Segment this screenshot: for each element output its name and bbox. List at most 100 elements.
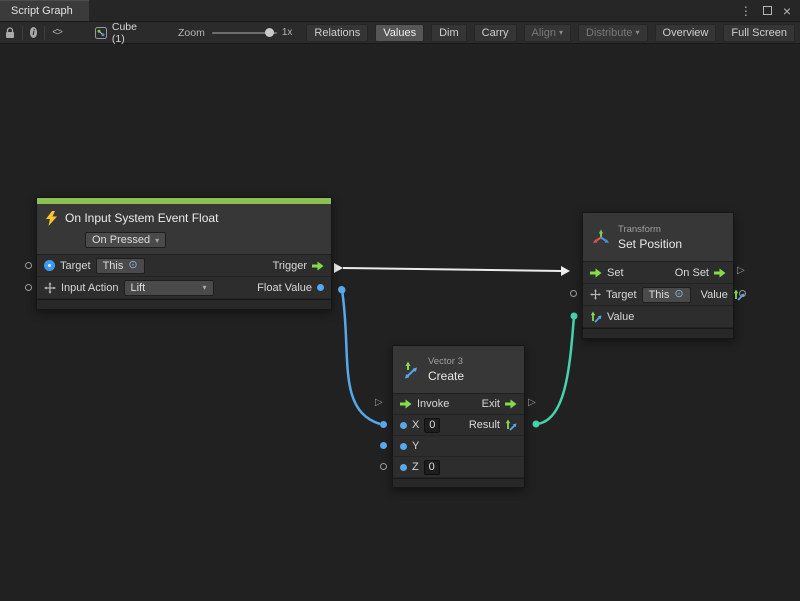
- x-port-label: X: [412, 419, 419, 431]
- event-inputaction-port[interactable]: [25, 284, 32, 291]
- transform-valueout-port[interactable]: [739, 290, 746, 297]
- vector3-y-port[interactable]: [380, 442, 387, 449]
- x-value-field[interactable]: 0: [424, 418, 440, 433]
- transform-target-port[interactable]: [570, 290, 577, 297]
- window-controls: ⋮ ×: [740, 0, 800, 21]
- dim-button[interactable]: Dim: [431, 24, 467, 42]
- target-object-chip[interactable]: This ⊙: [96, 258, 145, 274]
- transform-node-title: Set Position: [618, 237, 682, 251]
- invoke-port-label: Invoke: [417, 398, 449, 410]
- transform-icon: [592, 229, 610, 245]
- z-port-dot-icon: [400, 464, 407, 471]
- vector3-node-body: Invoke Exit X 0 Result: [393, 394, 524, 478]
- node-transform-set-position[interactable]: Transform Set Position Set On Set: [582, 212, 734, 339]
- transform-target-value: This: [649, 289, 670, 301]
- chevron-down-icon: ▾: [559, 28, 563, 37]
- event-node-body: Target This ⊙ Trigger Input Action: [37, 255, 331, 299]
- event-mode-dropdown[interactable]: On Pressed ▾: [85, 232, 166, 248]
- transform-onset-port[interactable]: ▷: [737, 265, 745, 277]
- align-button[interactable]: Align▾: [524, 24, 571, 42]
- float-value-dot-icon: [317, 284, 324, 291]
- info-icon[interactable]: i: [30, 27, 38, 38]
- input-action-value: Lift: [131, 282, 146, 294]
- tab-title: Script Graph: [11, 5, 73, 17]
- wire-trigger-to-set[interactable]: [334, 263, 570, 276]
- flow-arrow-icon: [312, 261, 324, 271]
- result-port-label: Result: [469, 419, 500, 431]
- trigger-port-label: Trigger: [273, 260, 307, 272]
- vector3-node-title: Create: [428, 369, 464, 383]
- node-vector3-create[interactable]: Vector 3 Create Invoke Exit: [392, 345, 525, 488]
- row-value-in: Value: [583, 306, 733, 328]
- z-value-field[interactable]: 0: [424, 460, 440, 475]
- carry-button[interactable]: Carry: [474, 24, 517, 42]
- maximize-icon[interactable]: [763, 6, 772, 15]
- on-set-port-label: On Set: [675, 267, 709, 279]
- vector3-invoke-port[interactable]: ▷: [375, 397, 383, 409]
- toolbar-separator: [22, 26, 23, 40]
- row-z: Z 0: [393, 457, 524, 478]
- z-port-label: Z: [412, 461, 419, 473]
- target-icon: ⊙: [128, 260, 137, 271]
- row-x-result: X 0 Result: [393, 415, 524, 436]
- row-inputaction-floatvalue: Input Action Lift ▾ Float Value: [37, 277, 331, 299]
- zoom-slider-knob[interactable]: [265, 28, 274, 37]
- vector3-z-port[interactable]: [380, 463, 387, 470]
- y-port-dot-icon: [400, 443, 407, 450]
- y-port-label: Y: [412, 440, 419, 452]
- tab-script-graph[interactable]: Script Graph: [0, 0, 89, 21]
- zoom-value: 1x: [282, 27, 293, 38]
- row-target-valueout: Target This ⊙ Value: [583, 284, 733, 306]
- float-value-port-label: Float Value: [257, 282, 312, 294]
- x-port-dot-icon: [400, 422, 407, 429]
- vector3-node-footer: [393, 478, 524, 487]
- lock-icon[interactable]: [5, 27, 15, 39]
- vector3-node-header[interactable]: Vector 3 Create: [393, 346, 524, 394]
- full-screen-button[interactable]: Full Screen: [723, 24, 795, 42]
- wire-result-to-value[interactable]: [533, 313, 578, 428]
- zoom-label: Zoom: [178, 27, 205, 39]
- event-node-header[interactable]: On Input System Event Float On Pressed ▾: [37, 204, 331, 255]
- flow-arrow-icon: [505, 399, 517, 409]
- flow-arrow-icon: [590, 268, 602, 278]
- graph-canvas[interactable]: On Input System Event Float On Pressed ▾…: [0, 44, 800, 601]
- graph-target-label: Cube (1): [112, 21, 137, 45]
- vector3-node-kind: Vector 3: [428, 356, 464, 367]
- kebab-menu-icon[interactable]: ⋮: [740, 4, 752, 18]
- relations-button[interactable]: Relations: [306, 24, 368, 42]
- vector3-icon: [402, 361, 420, 379]
- distribute-button[interactable]: Distribute▾: [578, 24, 647, 42]
- event-node-title: On Input System Event Float: [65, 211, 218, 225]
- event-floatvalue-port[interactable]: [338, 286, 345, 293]
- vector3-exit-port[interactable]: ▷: [528, 397, 536, 409]
- event-target-port[interactable]: [25, 262, 32, 269]
- code-preview-icon[interactable]: <>: [52, 27, 62, 38]
- value-out-port-label: Value: [701, 289, 728, 301]
- vector3-x-port[interactable]: [380, 421, 387, 428]
- gameobject-icon: [44, 260, 55, 271]
- input-action-dropdown[interactable]: Lift ▾: [124, 280, 214, 296]
- transform-node-footer: [583, 328, 733, 338]
- wire-floatvalue-to-x[interactable]: [339, 287, 381, 425]
- values-button[interactable]: Values: [375, 24, 424, 42]
- close-icon[interactable]: ×: [783, 6, 791, 16]
- toolbar-separator: [44, 26, 45, 40]
- script-graph-asset-icon: [95, 27, 107, 39]
- zoom-slider[interactable]: [212, 28, 277, 38]
- graph-breadcrumb[interactable]: Cube (1): [95, 21, 137, 45]
- event-node-footer: [37, 299, 331, 309]
- transform-target-chip[interactable]: This ⊙: [642, 287, 691, 303]
- transform-port-icon: [590, 289, 601, 300]
- event-mode-value: On Pressed: [92, 234, 150, 246]
- overview-button[interactable]: Overview: [655, 24, 717, 42]
- vector-value-icon: [590, 311, 602, 323]
- flow-arrow-icon: [714, 268, 726, 278]
- tab-bar: Script Graph ⋮ ×: [0, 0, 800, 22]
- target-object-value: This: [103, 260, 124, 272]
- row-y: Y: [393, 436, 524, 457]
- row-invoke-exit: Invoke Exit: [393, 394, 524, 415]
- transform-node-header[interactable]: Transform Set Position: [583, 213, 733, 262]
- lightning-icon: [45, 211, 58, 226]
- node-on-input-system-event-float[interactable]: On Input System Event Float On Pressed ▾…: [36, 197, 332, 310]
- chevron-down-icon: ▾: [202, 283, 206, 292]
